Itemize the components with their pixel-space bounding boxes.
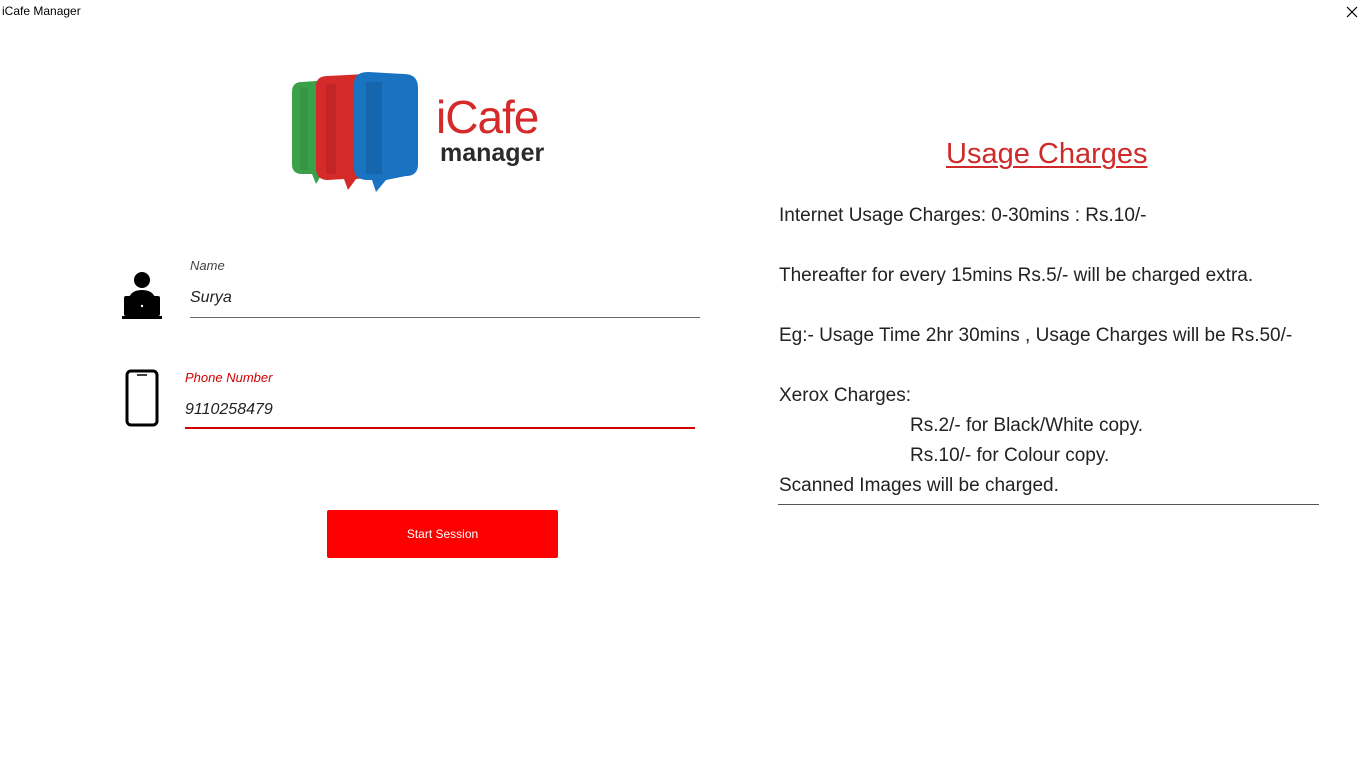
usage-charges-title: Usage Charges <box>946 138 1148 170</box>
xerox-colour-charge: Rs.10/- for Colour copy. <box>910 445 1110 466</box>
internet-charges-text: Internet Usage Charges: 0-30mins : Rs.10… <box>779 205 1147 226</box>
phone-underline <box>185 427 695 429</box>
xerox-bw-charge: Rs.2/- for Black/White copy. <box>910 415 1143 436</box>
user-at-laptop-icon <box>122 272 162 319</box>
name-input[interactable] <box>190 287 690 309</box>
phone-label: Phone Number <box>185 370 273 385</box>
mobile-phone-icon <box>125 369 159 427</box>
name-field: Name <box>190 258 700 320</box>
extra-charges-text: Thereafter for every 15mins Rs.5/- will … <box>779 265 1254 286</box>
app-window: iCafe Manager iCafe manager Name Surya P… <box>0 0 1366 768</box>
window-title: iCafe Manager <box>2 4 81 18</box>
logo-text-icafe: iCafe <box>436 91 539 143</box>
name-label: Name <box>190 258 225 273</box>
charges-divider <box>778 504 1319 505</box>
logo-text-manager: manager <box>440 139 545 167</box>
start-session-button[interactable]: Start Session <box>327 510 558 558</box>
name-underline <box>190 317 700 318</box>
phone-input[interactable] <box>185 399 685 421</box>
scanned-images-text: Scanned Images will be charged. <box>779 475 1059 496</box>
example-charges-text: Eg:- Usage Time 2hr 30mins , Usage Charg… <box>779 325 1293 346</box>
phone-field: Phone Number <box>185 370 695 432</box>
close-button[interactable] <box>1338 0 1366 24</box>
xerox-charges-heading: Xerox Charges: <box>779 385 912 406</box>
close-icon <box>1346 6 1358 18</box>
